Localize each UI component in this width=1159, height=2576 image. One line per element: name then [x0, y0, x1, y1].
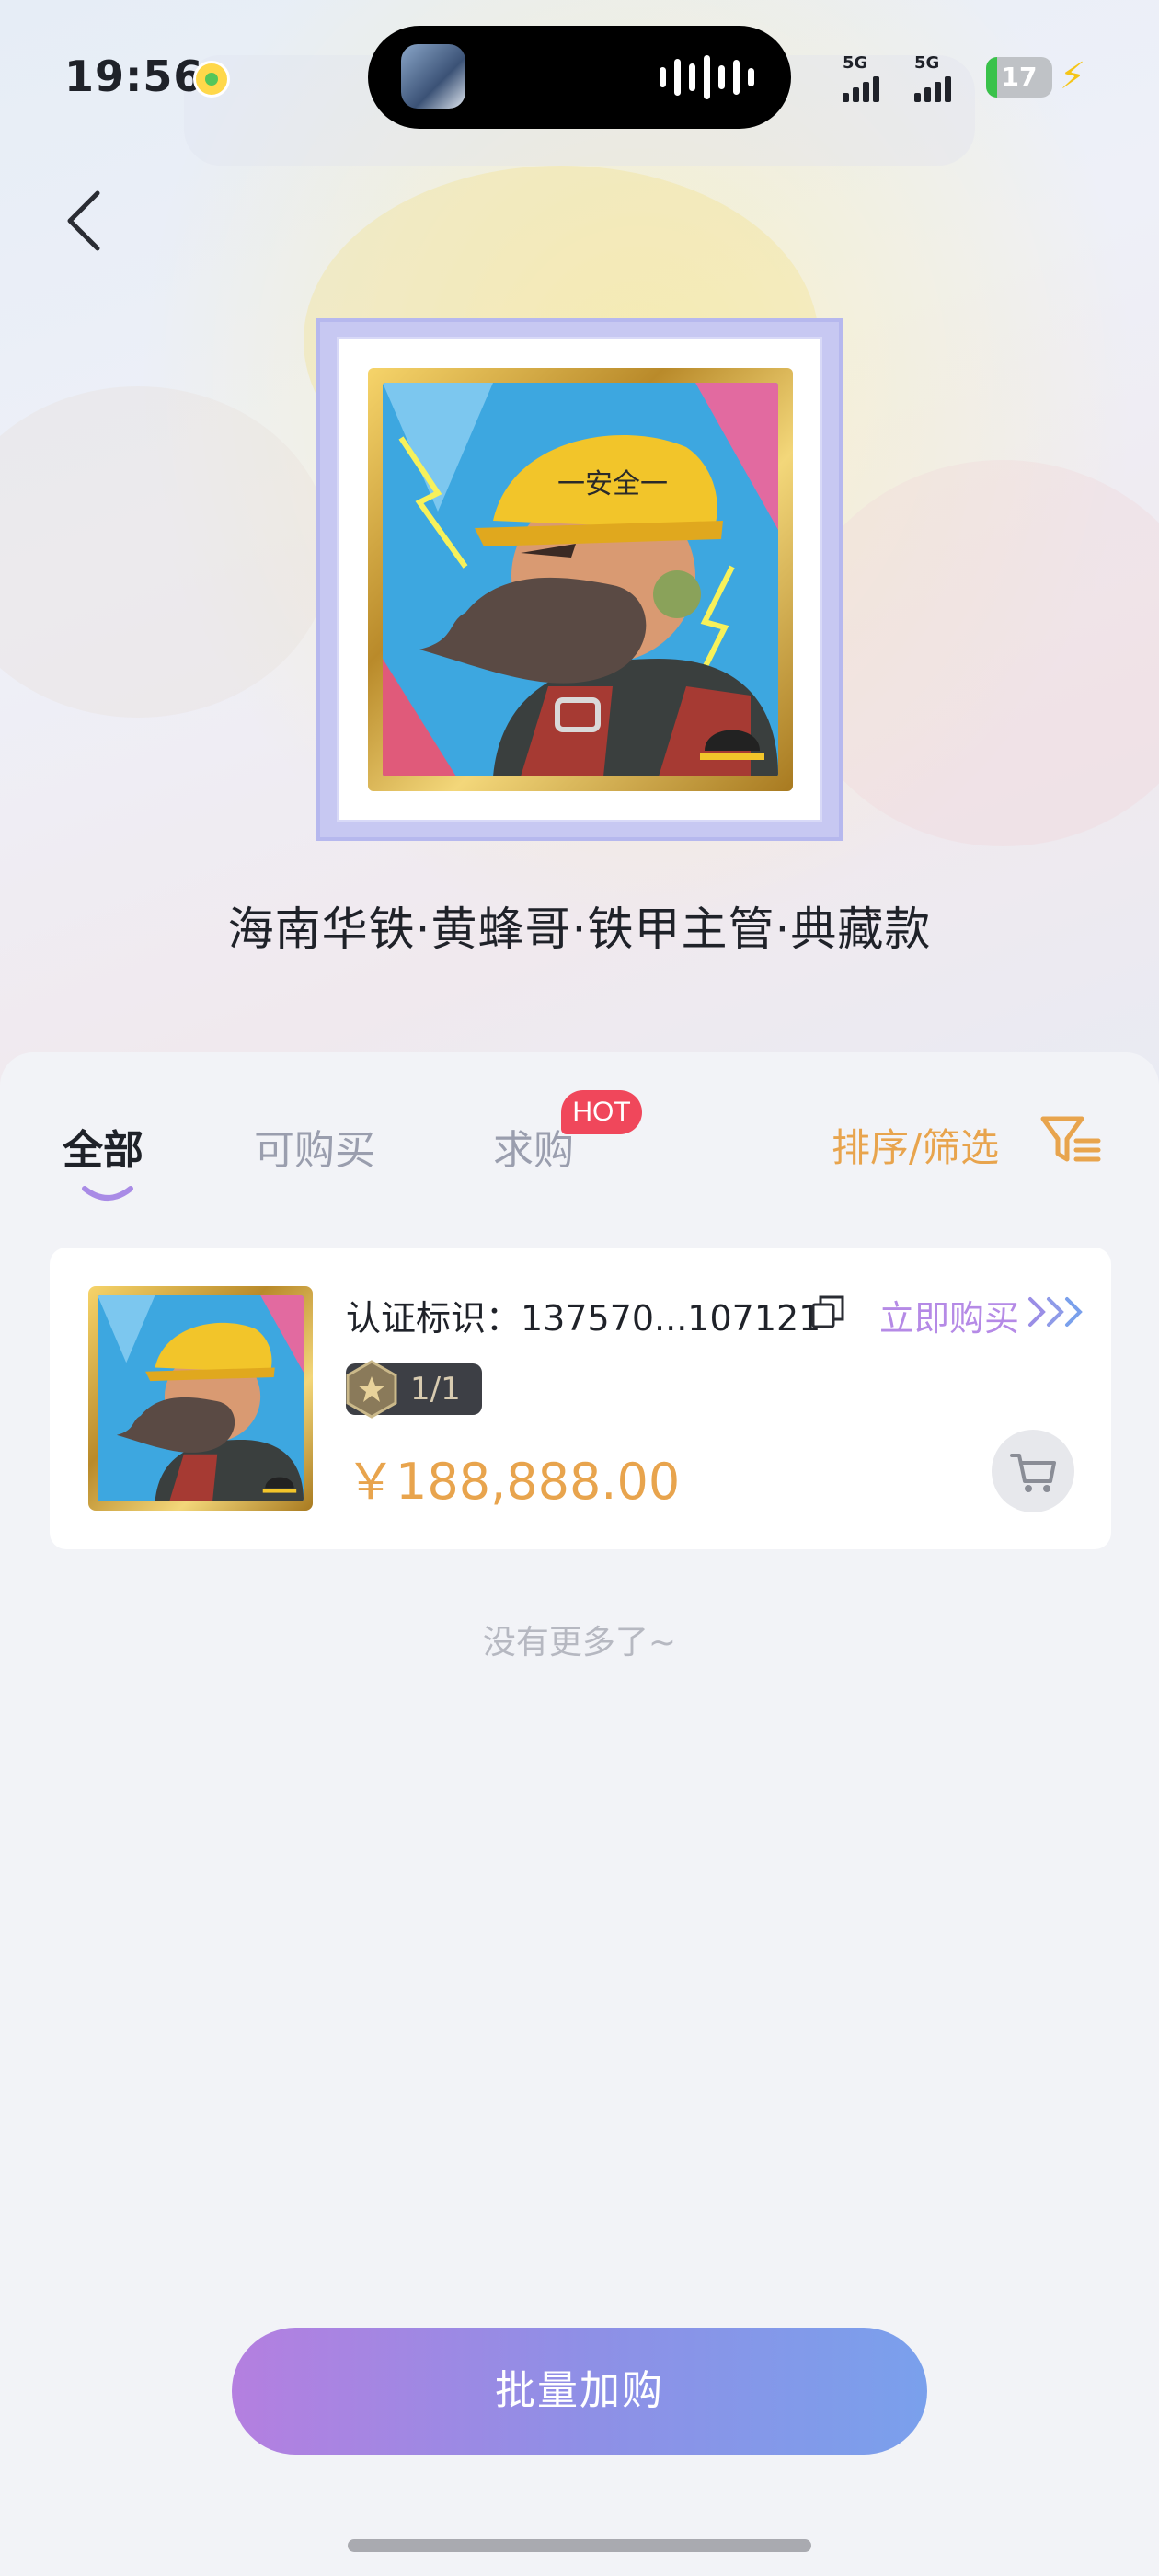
signal-1: 5G [843, 53, 879, 102]
list-item[interactable]: 认证标识：137570...107121 立即购买 1/1 ￥188,888.0… [50, 1248, 1111, 1549]
edition-number: 1/1 [410, 1371, 461, 1408]
status-time: 19:56 [64, 52, 204, 101]
certification-id: 认证标识：137570...107121 [346, 1298, 821, 1339]
sort-filter-button[interactable]: 排序/筛选 [832, 1117, 999, 1173]
music-app-icon [193, 61, 230, 98]
now-playing-avatar [401, 44, 465, 109]
list-end-text: 没有更多了~ [482, 1624, 677, 1662]
back-arrow-icon[interactable] [55, 184, 110, 258]
battery-icon: 17 [986, 57, 1052, 98]
signal-2: 5G [914, 53, 951, 102]
add-to-cart-button[interactable] [992, 1430, 1074, 1512]
tab-all[interactable]: 全部 [63, 1117, 143, 1176]
copy-icon[interactable] [809, 1294, 846, 1330]
hot-badge: HOT [561, 1090, 642, 1134]
chevron-right-icon[interactable] [1027, 1295, 1087, 1328]
audio-wave-icon [660, 53, 754, 101]
buy-now-link[interactable]: 立即购买 [879, 1290, 1019, 1340]
cart-icon [1010, 1454, 1056, 1492]
dynamic-island[interactable] [368, 26, 791, 129]
status-bar: 19:56 5G 5G 17 ⚡ [0, 0, 1159, 156]
charging-icon: ⚡ [1060, 55, 1086, 98]
tab-purchasable[interactable]: 可购买 [254, 1117, 375, 1176]
item-price: ￥188,888.00 [346, 1453, 681, 1511]
svg-text:一安全一: 一安全一 [557, 468, 668, 500]
batch-add-button[interactable]: 批量加购 [232, 2328, 927, 2455]
nft-artwork[interactable]: 一安全一 [368, 368, 793, 791]
active-tab-indicator [82, 1186, 133, 1201]
edition-tag: 1/1 [346, 1360, 482, 1419]
home-indicator[interactable] [348, 2539, 811, 2552]
filter-icon[interactable] [1039, 1113, 1102, 1168]
collection-title: 海南华铁·黄蜂哥·铁甲主管·典藏款 [227, 903, 932, 956]
item-thumbnail[interactable] [88, 1286, 313, 1511]
star-badge-icon [346, 1360, 397, 1419]
